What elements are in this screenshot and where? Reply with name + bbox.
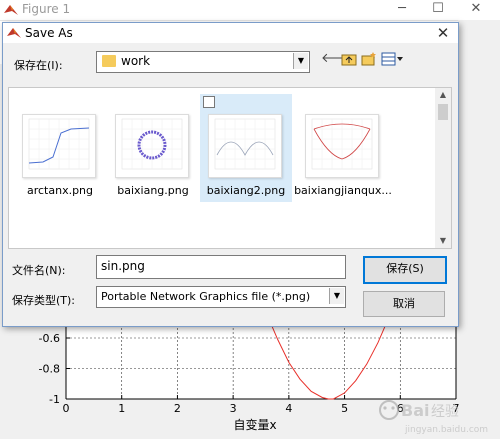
svg-text:Bai: Bai: [401, 401, 429, 420]
x-tick-label: 5: [341, 402, 348, 415]
save-as-dialog: Save As ✕ 保存在(I): work ▼ 🡐 arctanx.png ba…: [2, 22, 459, 327]
file-item[interactable]: baixiang2.png: [200, 94, 292, 202]
close-button[interactable]: ✕: [466, 1, 486, 16]
up-folder-icon[interactable]: [341, 51, 357, 67]
file-item[interactable]: baixiangjianqux...: [294, 94, 392, 202]
selection-checkbox[interactable]: [203, 96, 215, 108]
view-menu-icon[interactable]: [381, 51, 405, 67]
file-thumbnail: [22, 114, 96, 178]
filetype-dropdown[interactable]: Portable Network Graphics file (*.png) ▼: [96, 286, 346, 308]
filetype-value: Portable Network Graphics file (*.png): [101, 290, 311, 303]
filetype-label: 保存类型(T):: [12, 294, 76, 307]
chevron-down-icon: ▼: [329, 288, 344, 304]
file-name: baixiangjianqux...: [294, 184, 392, 197]
y-tick-label: -0.8: [39, 363, 60, 376]
x-tick-label: 2: [174, 402, 181, 415]
cancel-button[interactable]: 取消: [363, 291, 445, 317]
figure-title: Figure 1: [22, 2, 71, 16]
chevron-down-icon: ▼: [293, 53, 308, 69]
plot-area: [66, 320, 456, 399]
baidu-jingyan-watermark: Bai 经验 jingyan.baidu.com: [379, 400, 488, 435]
save-in-value: work: [121, 54, 151, 68]
figure-side-strip: [458, 64, 500, 324]
x-tick-label: 0: [63, 402, 70, 415]
minimize-button[interactable]: ─: [392, 1, 412, 16]
folder-icon: [102, 55, 116, 67]
y-tick-label: -0.6: [39, 332, 60, 345]
svg-text:经验: 经验: [431, 404, 459, 420]
filename-field[interactable]: [96, 255, 346, 279]
matlab-logo-icon: [4, 5, 18, 15]
scroll-down-icon[interactable]: ▼: [435, 234, 451, 248]
figure-titlebar: Figure 1 ─ ☐ ✕: [0, 0, 500, 21]
dialog-close-button[interactable]: ✕: [433, 24, 453, 42]
file-name: arctanx.png: [26, 184, 94, 197]
filename-input[interactable]: [101, 259, 331, 273]
x-tick-label: 1: [118, 402, 125, 415]
dialog-title: Save As: [25, 26, 73, 40]
save-in-dropdown[interactable]: work ▼: [96, 51, 310, 73]
dialog-titlebar: Save As ✕: [3, 23, 458, 43]
file-list[interactable]: arctanx.png baixiang.png baixiang2.png baix…: [8, 87, 452, 249]
filename-label: 文件名(N):: [12, 264, 66, 277]
save-in-label: 保存在(I):: [14, 59, 63, 72]
file-item[interactable]: arctanx.png: [14, 94, 106, 202]
scroll-up-icon[interactable]: ▲: [435, 88, 451, 102]
file-thumbnail: [305, 114, 379, 178]
maximize-button[interactable]: ☐: [428, 1, 448, 16]
matlab-logo-icon: [7, 28, 21, 38]
file-thumbnail: [115, 114, 189, 178]
svg-text:jingyan.baidu.com: jingyan.baidu.com: [404, 425, 488, 435]
y-tick-label: -1: [49, 393, 60, 406]
file-item[interactable]: baixiang.png: [107, 94, 199, 202]
x-tick-label: 3: [230, 402, 237, 415]
file-name: baixiang2.png: [206, 184, 286, 197]
x-axis-label: 自变量x: [233, 417, 276, 432]
file-thumbnail: [208, 114, 282, 178]
back-arrow-icon[interactable]: 🡐: [321, 51, 356, 67]
file-name: baixiang.png: [117, 184, 189, 197]
x-tick-label: 4: [285, 402, 292, 415]
save-button[interactable]: 保存(S): [363, 256, 447, 284]
file-list-scrollbar[interactable]: ▲ ▼: [435, 88, 451, 248]
figure-toolbar: [458, 20, 500, 65]
scrollbar-thumb[interactable]: [438, 104, 448, 120]
new-folder-icon[interactable]: [361, 51, 377, 67]
